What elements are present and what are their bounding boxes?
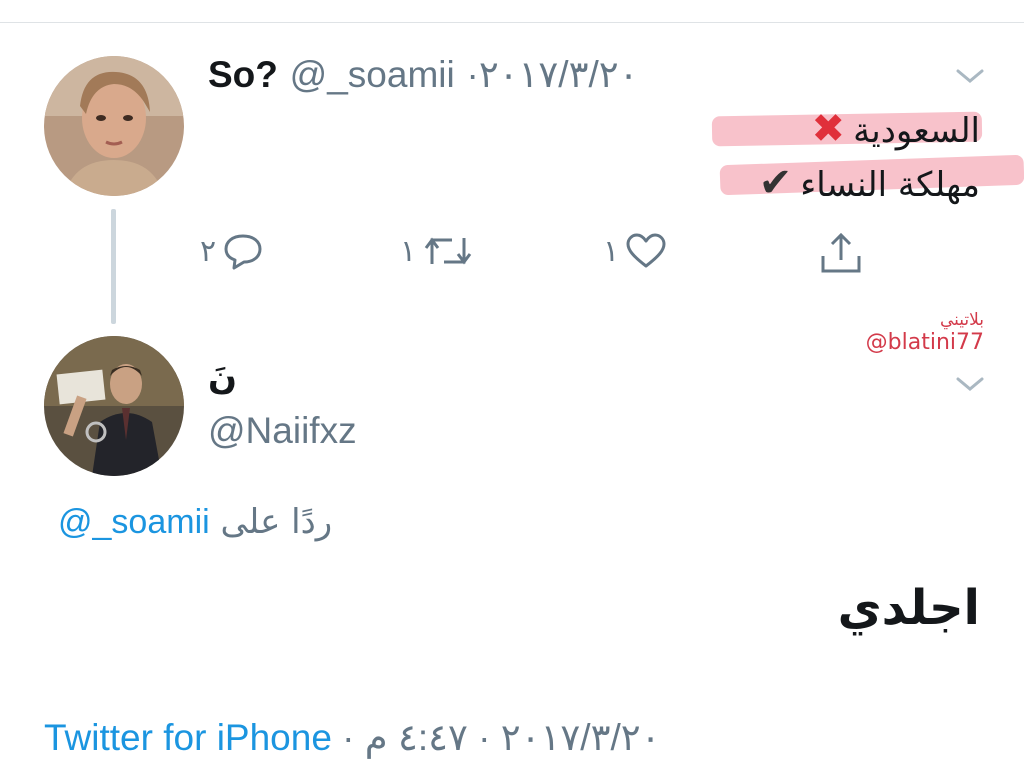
separator-dot: · xyxy=(467,717,501,758)
user-handle[interactable]: @_soamii xyxy=(290,54,455,95)
replying-handle-link[interactable]: @_soamii xyxy=(58,503,210,541)
thread-connector xyxy=(111,209,116,324)
reply-count: ٢ xyxy=(200,233,217,269)
chevron-down-icon[interactable] xyxy=(955,374,985,394)
check-mark-icon: ✔ xyxy=(758,160,793,206)
replying-to: @_soamii ردًا على xyxy=(58,502,332,542)
avatar[interactable] xyxy=(44,56,184,196)
tweet-text: اجلدي xyxy=(837,580,980,636)
share-button[interactable] xyxy=(818,230,864,276)
reply-icon xyxy=(224,234,262,270)
tweet-time: ٤:٤٧ م xyxy=(364,717,468,758)
like-count: ١ xyxy=(603,233,620,269)
tweet-header: So? @_soamii ·٢٠١٧/٣/٢٠ xyxy=(208,52,638,98)
separator-dot: · xyxy=(331,717,365,758)
source-link[interactable]: Twitter for iPhone xyxy=(44,717,332,758)
display-name[interactable]: نَ xyxy=(208,358,237,398)
top-divider xyxy=(0,22,1024,23)
avatar[interactable] xyxy=(44,336,184,476)
retweet-icon xyxy=(424,237,472,265)
tweet-text-word: السعودية xyxy=(853,111,980,151)
tweet-date[interactable]: ٢٠١٧/٣/٢٠ xyxy=(479,54,639,95)
retweet-button[interactable]: ١ xyxy=(400,232,474,270)
reply-button[interactable]: ٢ xyxy=(200,232,264,270)
watermark-handle: @blatini77 xyxy=(865,330,984,355)
watermark-name: بلاتيني xyxy=(939,310,984,330)
retweet-count: ١ xyxy=(400,233,417,269)
display-name[interactable]: So? xyxy=(208,54,278,95)
share-icon xyxy=(821,232,861,273)
tweet-date: ٢٠١٧/٣/٢٠ xyxy=(500,717,661,758)
tweet-footer: Twitter for iPhone · ٢٠١٧/٣/٢٠ · ٤:٤٧ م xyxy=(44,716,660,759)
x-mark-icon: ✖ xyxy=(811,106,846,152)
like-icon xyxy=(626,233,666,268)
tweet-text-line: السعودية✖ xyxy=(804,108,980,152)
like-button[interactable]: ١ xyxy=(603,232,667,270)
user-handle[interactable]: @Naiifxz xyxy=(208,410,357,452)
tweet-text-line: مهلكة النساء✔ xyxy=(751,162,980,206)
chevron-down-icon[interactable] xyxy=(955,66,985,86)
tweet-text-word: مهلكة النساء xyxy=(800,165,980,205)
separator-dot: · xyxy=(466,54,479,95)
replying-prefix: ردًا على xyxy=(220,502,333,542)
